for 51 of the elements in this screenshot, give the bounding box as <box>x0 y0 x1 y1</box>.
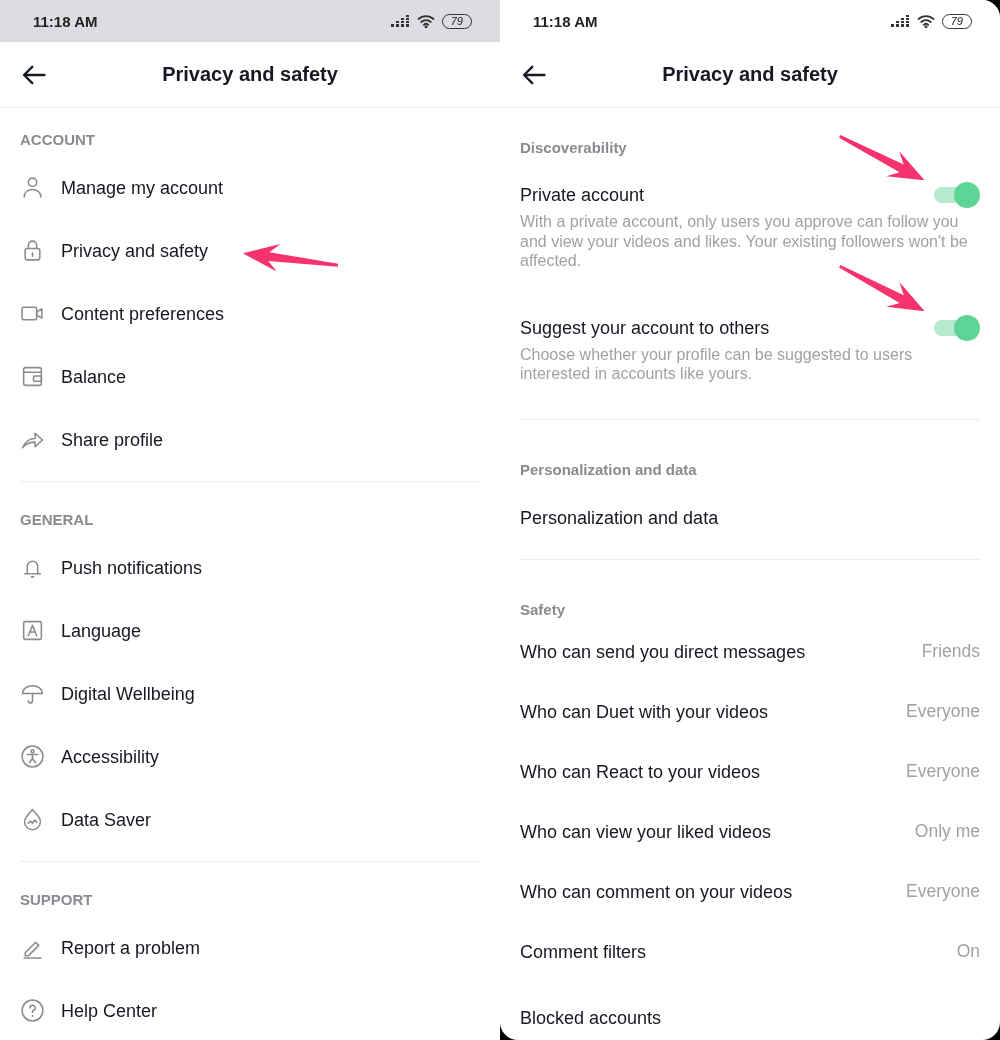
setting-value: On <box>956 941 980 962</box>
setting-value: Everyone <box>906 761 980 782</box>
setting-label[interactable]: Personalization and data <box>520 507 719 528</box>
section-header: Discoverability <box>520 138 627 158</box>
status-time: 11:18 AM <box>533 12 598 30</box>
setting-label[interactable]: Blocked accounts <box>520 1007 662 1028</box>
menu-item[interactable]: Language <box>61 618 142 643</box>
menu-item[interactable]: Digital Wellbeing <box>61 681 195 706</box>
signal-icon <box>890 15 910 27</box>
wallet-icon <box>20 364 45 389</box>
toggle-switch[interactable] <box>934 182 980 208</box>
menu-item[interactable]: Privacy and safety <box>61 238 209 263</box>
menu-item[interactable]: Report a problem <box>61 935 201 960</box>
wifi-icon <box>916 14 935 28</box>
signal-icon <box>390 15 410 27</box>
setting-label[interactable]: Who can comment on your videos <box>520 879 793 904</box>
setting-label[interactable]: Who can Duet with your videos <box>520 699 769 724</box>
menu-item[interactable]: Content preferences <box>61 301 225 326</box>
setting-description: Choose whether your profile can be suggested to users interested in accounts like yours. <box>520 344 914 384</box>
menu-item[interactable]: Accessibility <box>61 744 160 769</box>
menu-item[interactable]: Share profile <box>61 427 164 452</box>
status-time: 11:18 AM <box>33 12 98 30</box>
setting-value: Everyone <box>906 701 980 722</box>
menu-item[interactable]: Push notifications <box>61 555 203 580</box>
setting-value: Only me <box>914 821 980 842</box>
setting-label[interactable]: Who can send you direct messages <box>520 639 806 664</box>
letter-a-icon <box>20 618 45 643</box>
setting-label[interactable]: Comment filters <box>520 939 647 964</box>
menu-item[interactable]: Manage my account <box>61 175 224 200</box>
setting-label: Private account <box>520 184 645 207</box>
section-header: SUPPORT <box>20 890 93 910</box>
help-icon <box>20 998 45 1023</box>
menu-item[interactable]: Help Center <box>61 998 158 1023</box>
accessibility-icon <box>20 744 45 769</box>
toggle-switch[interactable] <box>934 314 980 341</box>
setting-description: With a private account, only users you approve can follow you and view your videos and likes. Your existing followers won't be affected. <box>520 212 969 271</box>
setting-value: Everyone <box>906 881 980 902</box>
section-header: GENERAL <box>20 510 94 530</box>
menu-item[interactable]: Balance <box>61 364 127 389</box>
setting-value: Friends <box>921 641 980 662</box>
section-header: Personalization and data <box>520 459 697 480</box>
setting-label[interactable]: Who can view your liked videos <box>520 819 772 844</box>
menu-item[interactable]: Data Saver <box>61 807 152 832</box>
setting-label[interactable]: Who can React to your videos <box>520 759 761 784</box>
section-header: ACCOUNT <box>20 130 95 150</box>
setting-label: Suggest your account to others <box>520 316 770 340</box>
person-icon <box>20 175 45 200</box>
screen-title: Privacy and safety <box>162 63 338 86</box>
screen-title: Privacy and safety <box>662 63 838 86</box>
section-header: Safety <box>520 599 566 620</box>
wifi-icon <box>416 14 435 28</box>
